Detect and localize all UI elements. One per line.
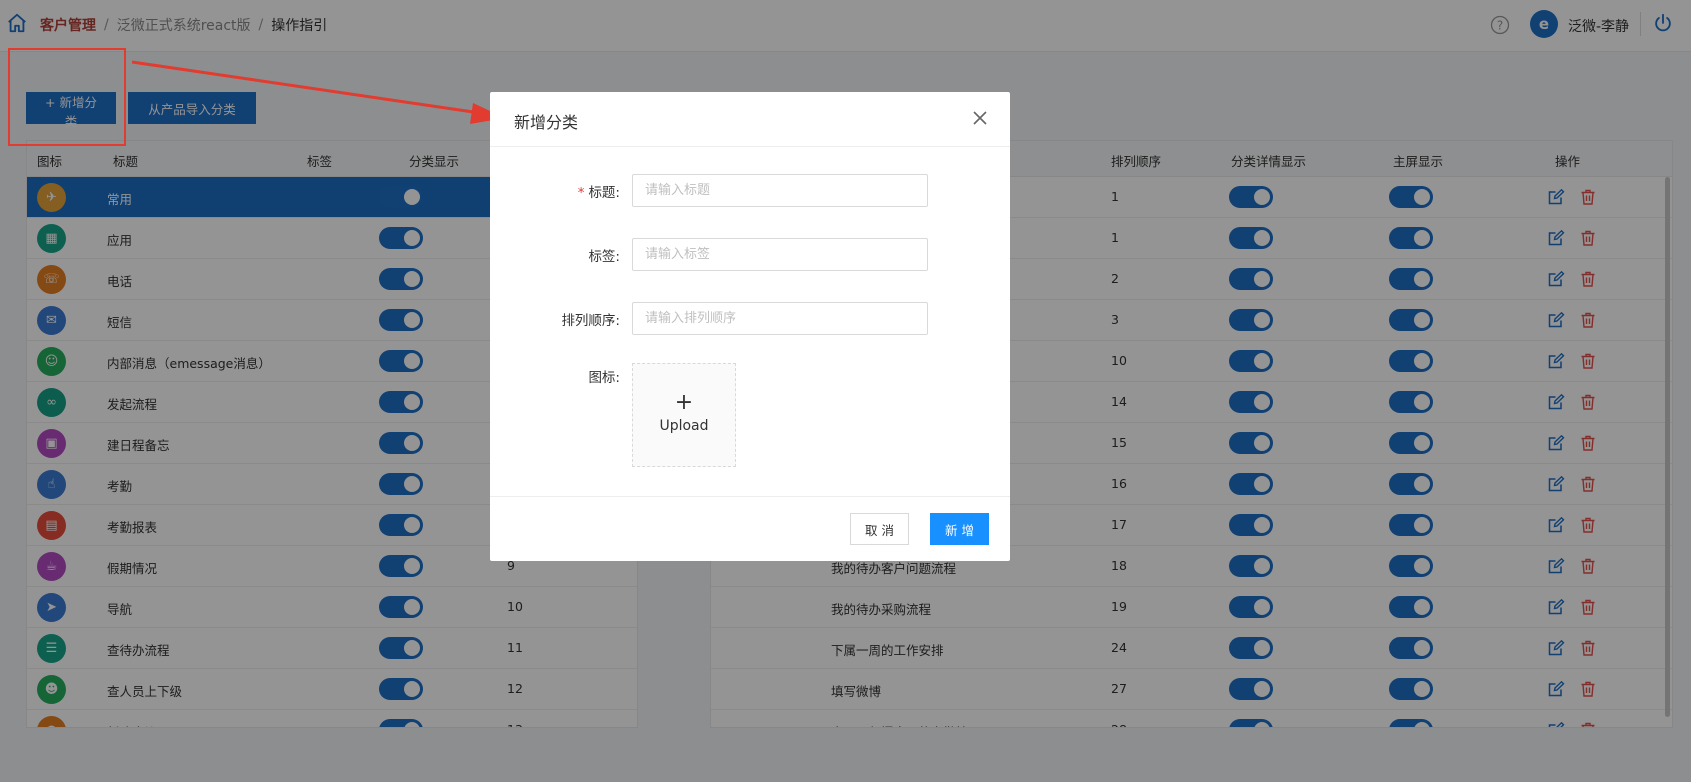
order-input[interactable] [632, 302, 928, 335]
add-category-dialog: 新增分类 *标题: 标签: 排列顺序: 图标: + Upload 取 消 新 增 [490, 92, 1010, 561]
tag-label-text: 标签: [588, 249, 620, 265]
tag-label: 标签: [490, 245, 620, 265]
tag-input[interactable] [632, 238, 928, 271]
title-label: * 标题: [490, 181, 620, 201]
confirm-add-button[interactable]: 新 增 [930, 513, 989, 545]
icon-label: 图标: [490, 366, 620, 386]
dialog-divider [490, 496, 1010, 497]
dialog-title: 新增分类 [514, 113, 579, 132]
title-label-text: 标题: [588, 185, 620, 201]
required-mark: * [577, 185, 585, 201]
icon-label-text: 图标: [588, 370, 620, 386]
title-input[interactable] [632, 174, 928, 207]
icon-upload[interactable]: + Upload [632, 363, 736, 467]
dialog-divider [490, 146, 1010, 147]
plus-icon: + [674, 390, 694, 415]
cancel-button[interactable]: 取 消 [850, 513, 909, 545]
upload-label: Upload [659, 418, 709, 434]
order-label: 排列顺序: [490, 309, 620, 329]
close-icon[interactable] [968, 106, 992, 130]
order-label-text: 排列顺序: [561, 313, 620, 329]
annotation-highlight-box [8, 48, 126, 146]
